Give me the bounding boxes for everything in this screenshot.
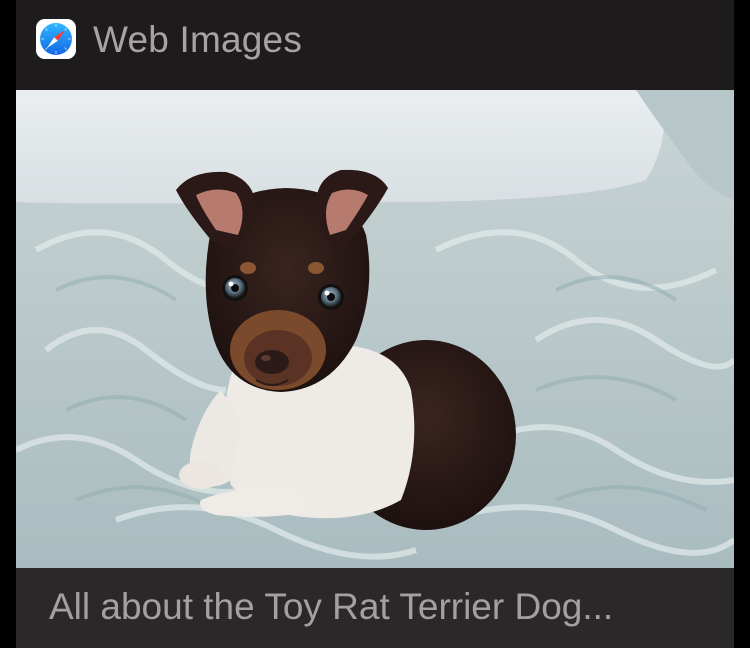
card-header: Web Images bbox=[16, 0, 734, 90]
source-label: Web Images bbox=[93, 19, 303, 60]
caption-bar[interactable]: All about the Toy Rat Terrier Dog... bbox=[16, 568, 734, 648]
safari-compass-icon bbox=[36, 19, 76, 59]
image-caption[interactable]: All about the Toy Rat Terrier Dog... bbox=[49, 585, 613, 629]
web-images-card[interactable]: Web Images All about the Toy Rat Terrier… bbox=[16, 0, 734, 648]
edge-strip bbox=[734, 0, 750, 648]
puppy-photo[interactable] bbox=[16, 90, 734, 568]
